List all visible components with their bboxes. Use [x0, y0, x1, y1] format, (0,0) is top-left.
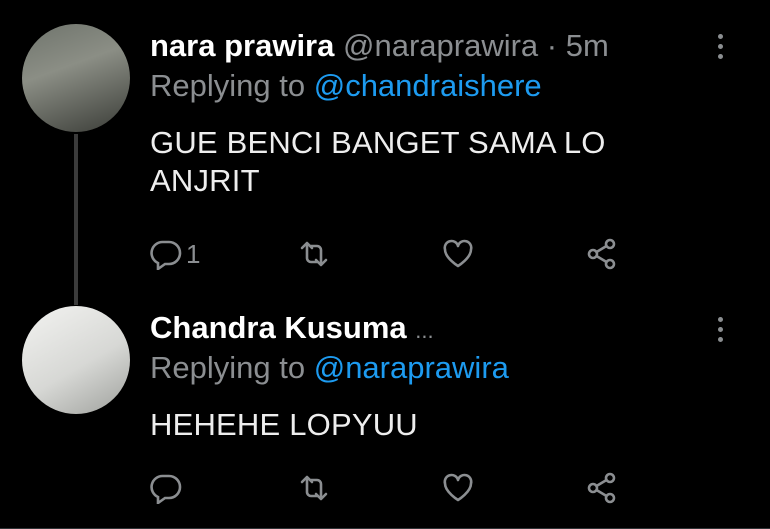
like-icon — [443, 473, 473, 502]
timestamp[interactable]: 5m — [566, 28, 609, 63]
thread-connector-line — [74, 134, 78, 305]
share-button[interactable] — [586, 468, 618, 508]
like-button[interactable] — [442, 468, 474, 508]
action-bar — [150, 468, 770, 508]
tweet-header: nara prawira @naraprawira · 5m — [150, 28, 770, 64]
share-button[interactable] — [586, 234, 618, 274]
reply-count: 1 — [186, 238, 201, 269]
separator-dot: · — [546, 28, 558, 63]
name-truncation: ... — [415, 318, 434, 343]
reply-icon — [150, 240, 182, 270]
tweet-text: GUE BENCI BANGET SAMA LO ANJRIT — [150, 125, 606, 198]
reply-icon — [150, 474, 182, 504]
mention-link[interactable]: @chandraishere — [314, 68, 542, 103]
retweet-icon — [300, 475, 328, 501]
avatar[interactable] — [22, 306, 130, 414]
replying-to-line: Replying to @chandraishere — [150, 68, 770, 104]
author-handle[interactable]: @naraprawira — [343, 28, 538, 63]
more-options-icon[interactable] — [710, 26, 730, 66]
share-icon — [587, 472, 616, 504]
replying-to-label: Replying to — [150, 68, 306, 103]
mention-link[interactable]: @naraprawira — [314, 350, 509, 385]
more-options-icon[interactable] — [710, 309, 730, 349]
author-name[interactable]: nara prawira — [150, 28, 334, 63]
like-button[interactable] — [442, 234, 474, 274]
replying-to-line: Replying to @naraprawira — [150, 350, 770, 386]
reply-button[interactable]: 1 — [150, 234, 200, 274]
reply-button[interactable] — [150, 468, 182, 508]
tweet-2[interactable]: Chandra Kusuma ... Replying to @narapraw… — [0, 290, 770, 529]
tweet-header: Chandra Kusuma ... — [150, 310, 770, 346]
avatar[interactable] — [22, 24, 130, 132]
tweet-1[interactable]: nara prawira @naraprawira · 5m Replying … — [0, 0, 770, 305]
tweet-content: Chandra Kusuma ... Replying to @narapraw… — [150, 310, 770, 444]
tweet-content: nara prawira @naraprawira · 5m Replying … — [150, 28, 770, 200]
like-icon — [443, 239, 473, 268]
author-name[interactable]: Chandra Kusuma — [150, 310, 407, 345]
retweet-button[interactable] — [298, 468, 330, 508]
share-icon — [587, 238, 616, 270]
retweet-icon — [300, 241, 328, 267]
replying-to-label: Replying to — [150, 350, 306, 385]
action-bar: 1 — [150, 234, 770, 274]
tweet-text: HEHEHE LOPYUU — [150, 407, 418, 442]
retweet-button[interactable] — [298, 234, 330, 274]
